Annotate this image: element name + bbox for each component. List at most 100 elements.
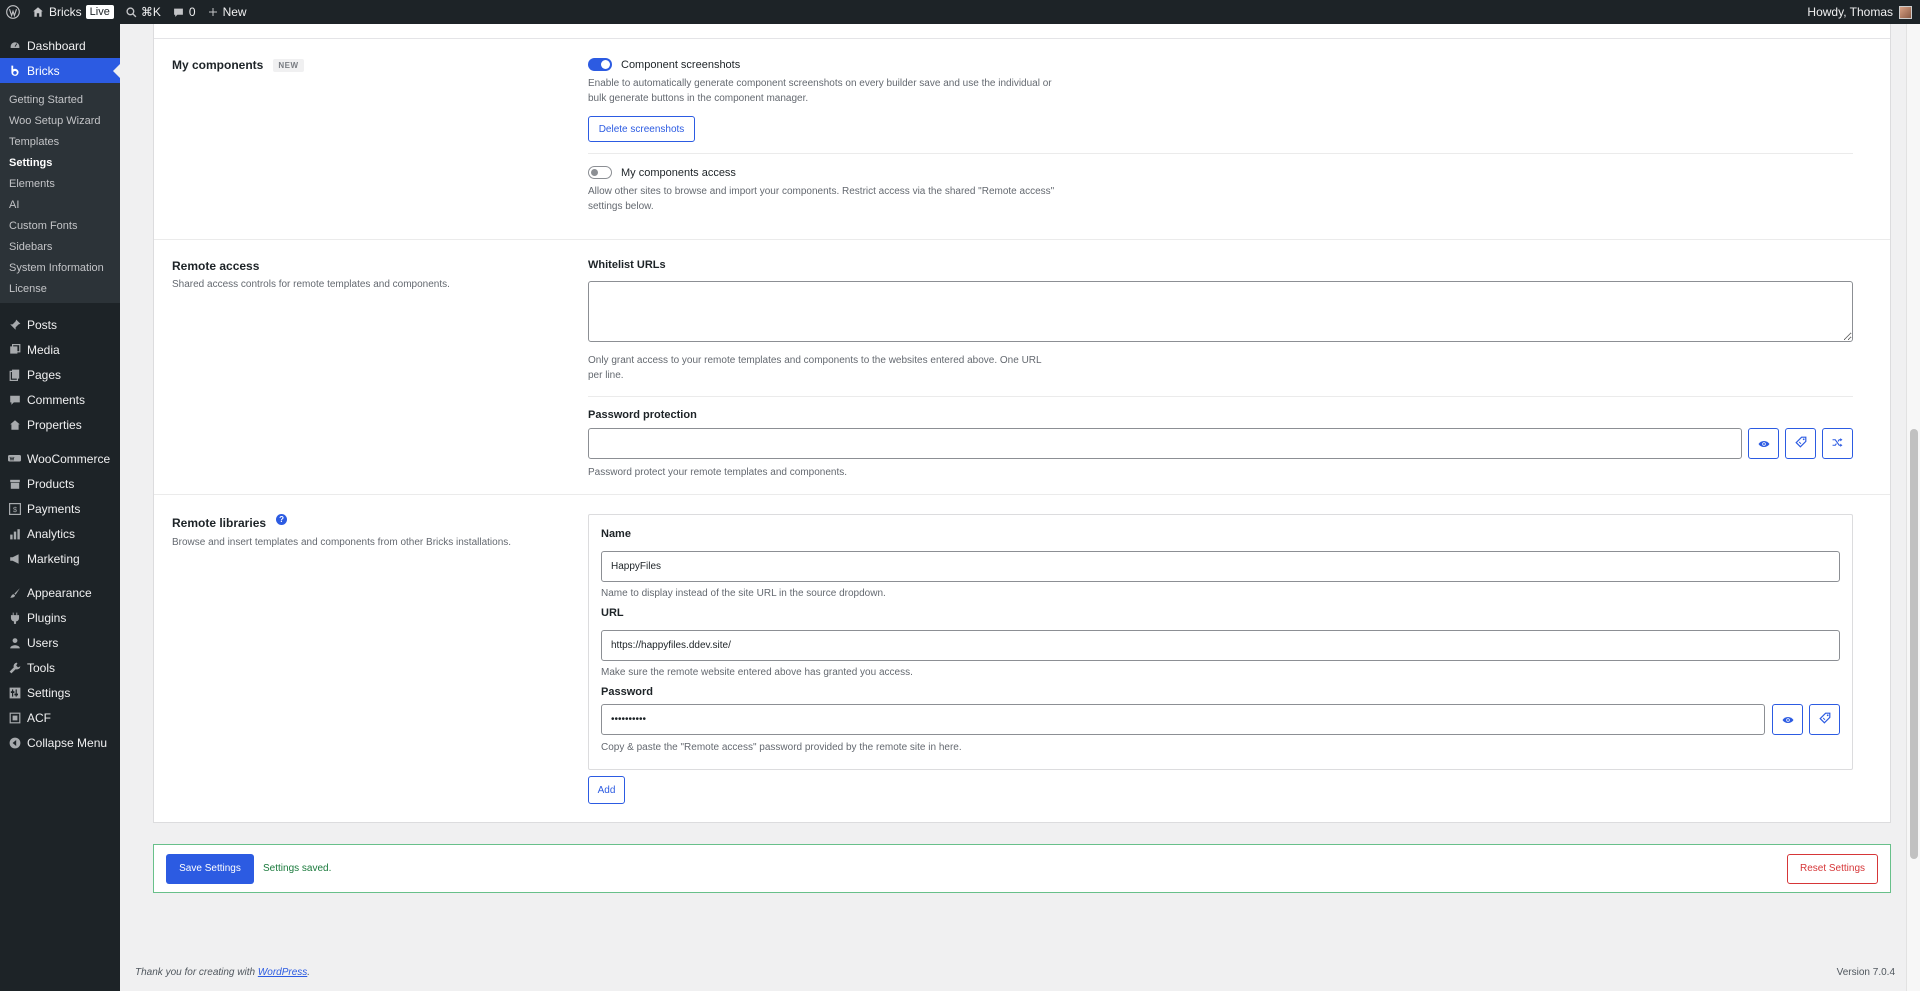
- menu-users[interactable]: Users: [0, 630, 120, 655]
- tag-icon: [1794, 436, 1807, 451]
- dollar-icon: $: [8, 502, 21, 515]
- version-text: Version 7.0.4: [1836, 967, 1895, 978]
- new-content-link[interactable]: New: [202, 0, 253, 24]
- library-copy-password-button[interactable]: [1809, 704, 1840, 735]
- search-shortcut[interactable]: ⌘K: [120, 0, 167, 24]
- menu-posts[interactable]: Posts: [0, 312, 120, 337]
- paintbrush-icon: [8, 586, 21, 599]
- help-icon[interactable]: ?: [276, 513, 288, 525]
- password-protection-desc: Password protect your remote templates a…: [588, 467, 848, 478]
- submenu-getting-started[interactable]: Getting Started: [0, 89, 120, 110]
- remote-access-row: Remote access Shared access controls for…: [154, 240, 1890, 495]
- save-bar: Save Settings Settings saved. Reset Sett…: [153, 844, 1891, 893]
- add-library-button[interactable]: Add: [588, 776, 625, 804]
- menu-woocommerce[interactable]: WooCommerce: [0, 446, 120, 471]
- save-settings-button[interactable]: Save Settings: [166, 853, 254, 884]
- my-components-access-switch[interactable]: [588, 166, 612, 179]
- library-show-password-button[interactable]: [1772, 704, 1803, 735]
- tag-icon: [1818, 712, 1831, 727]
- menu-bricks[interactable]: Bricks: [0, 58, 120, 83]
- wordpress-logo-icon[interactable]: [0, 0, 26, 24]
- whitelist-urls-label: Whitelist URLs: [588, 259, 666, 271]
- settings-panel: My components NEW Component screenshots …: [153, 24, 1891, 823]
- submenu-woo-setup-wizard[interactable]: Woo Setup Wizard: [0, 110, 120, 131]
- library-password-input[interactable]: [601, 704, 1765, 735]
- greeting: Howdy, Thomas: [1807, 5, 1893, 19]
- remote-libraries-desc: Browse and insert templates and componen…: [172, 537, 512, 548]
- submenu-sidebars[interactable]: Sidebars: [0, 236, 120, 257]
- library-url-input[interactable]: [601, 630, 1840, 661]
- menu-marketing[interactable]: Marketing: [0, 546, 120, 571]
- component-screenshots-toggle[interactable]: Component screenshots: [588, 58, 1872, 71]
- remote-library-item: Name Name to display instead of the site…: [588, 514, 1853, 770]
- admin-footer: Thank you for creating with WordPress. V…: [135, 967, 1895, 978]
- search-shortcut-label: ⌘K: [140, 5, 161, 19]
- menu-media[interactable]: Media: [0, 337, 120, 362]
- copy-password-button[interactable]: [1785, 428, 1816, 459]
- generate-password-button[interactable]: [1822, 428, 1853, 459]
- my-components-access-label: My components access: [621, 166, 736, 179]
- eye-icon: [1782, 712, 1794, 727]
- bar-chart-icon: [8, 527, 21, 540]
- menu-payments[interactable]: $ Payments: [0, 496, 120, 521]
- menu-dashboard[interactable]: Dashboard: [0, 33, 120, 58]
- library-url-label: URL: [601, 607, 624, 619]
- comments-link[interactable]: 0: [167, 0, 202, 24]
- menu-acf[interactable]: ACF: [0, 705, 120, 730]
- library-url-desc: Make sure the remote website entered abo…: [601, 667, 913, 678]
- dashboard-icon: [8, 39, 21, 52]
- wrench-icon: [8, 661, 21, 674]
- plus-icon: [208, 7, 218, 17]
- whitelist-urls-desc: Only grant access to your remote templat…: [588, 355, 1042, 381]
- menu-pages[interactable]: Pages: [0, 362, 120, 387]
- submenu-settings[interactable]: Settings: [0, 152, 120, 173]
- menu-properties[interactable]: Properties: [0, 412, 120, 437]
- scrollbar-thumb[interactable]: [1910, 429, 1918, 859]
- remote-access-desc: Shared access controls for remote templa…: [172, 279, 450, 290]
- my-components-access-toggle[interactable]: My components access: [588, 166, 1872, 179]
- library-name-input[interactable]: [601, 551, 1840, 582]
- archive-icon: [8, 477, 21, 490]
- page-scrollbar[interactable]: [1906, 24, 1920, 991]
- menu-settings[interactable]: Settings: [0, 680, 120, 705]
- media-icon: [8, 343, 21, 356]
- delete-screenshots-button[interactable]: Delete screenshots: [588, 116, 695, 142]
- house-icon: [8, 418, 21, 431]
- submenu-custom-fonts[interactable]: Custom Fonts: [0, 215, 120, 236]
- comment-icon: [8, 393, 21, 406]
- component-screenshots-switch[interactable]: [588, 58, 612, 71]
- submenu-templates[interactable]: Templates: [0, 131, 120, 152]
- menu-products[interactable]: Products: [0, 471, 120, 496]
- admin-bar: Bricks Live ⌘K 0 New Howdy, Thomas: [0, 0, 1920, 24]
- comments-count: 0: [188, 5, 196, 19]
- library-password-desc: Copy & paste the "Remote access" passwor…: [601, 742, 962, 753]
- whitelist-urls-textarea[interactable]: [588, 281, 1853, 342]
- admin-menu: Dashboard Bricks Getting Started Woo Set…: [0, 24, 120, 991]
- menu-analytics[interactable]: Analytics: [0, 521, 120, 546]
- reset-settings-button[interactable]: Reset Settings: [1787, 853, 1878, 884]
- password-protection-label: Password protection: [588, 409, 697, 421]
- menu-tools[interactable]: Tools: [0, 655, 120, 680]
- password-protection-input[interactable]: [588, 428, 1742, 459]
- settings-content: My components NEW Component screenshots …: [153, 24, 1891, 823]
- woocommerce-icon: [8, 452, 21, 465]
- menu-plugins[interactable]: Plugins: [0, 605, 120, 630]
- my-components-title: My components NEW: [172, 58, 588, 72]
- my-components-row: My components NEW Component screenshots …: [154, 39, 1890, 240]
- menu-appearance[interactable]: Appearance: [0, 580, 120, 605]
- submenu-system-information[interactable]: System Information: [0, 257, 120, 278]
- submenu-license[interactable]: License: [0, 278, 120, 299]
- new-badge: NEW: [273, 58, 304, 72]
- submenu-elements[interactable]: Elements: [0, 173, 120, 194]
- bricks-icon: [8, 64, 21, 77]
- show-password-button[interactable]: [1748, 428, 1779, 459]
- search-icon: [126, 6, 137, 18]
- site-name-link[interactable]: Bricks Live: [26, 0, 120, 24]
- collapse-menu[interactable]: Collapse Menu: [0, 730, 120, 755]
- new-label: New: [222, 5, 247, 19]
- site-name: Bricks: [49, 5, 82, 19]
- submenu-ai[interactable]: AI: [0, 194, 120, 215]
- my-account[interactable]: Howdy, Thomas: [1807, 5, 1920, 19]
- menu-comments[interactable]: Comments: [0, 387, 120, 412]
- wordpress-link[interactable]: WordPress: [258, 967, 307, 978]
